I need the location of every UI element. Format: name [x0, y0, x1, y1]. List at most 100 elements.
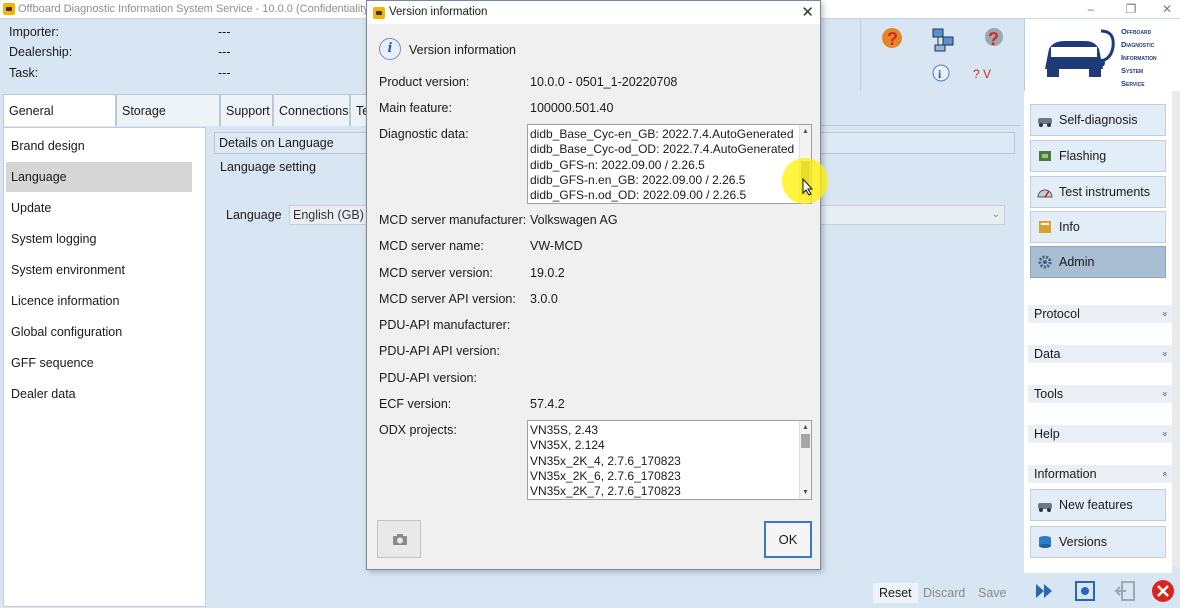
admin-button[interactable]: Admin [1030, 246, 1166, 278]
logo-text: Offboard Diagnostic Information System S… [1121, 25, 1157, 90]
ok-button[interactable]: OK [764, 521, 812, 558]
versions-label: Versions [1059, 535, 1107, 549]
section-data-label: Data [1034, 347, 1061, 361]
forward-icon[interactable] [1032, 578, 1058, 604]
list-item: didb_GFS-n.en_GB: 2022.09.00 / 2.26.5 [530, 173, 746, 187]
diagnostic-data-label: Diagnostic data: [379, 127, 469, 141]
minimize-button[interactable]: – [1078, 1, 1104, 17]
versions-button[interactable]: Versions [1030, 526, 1166, 558]
logo-line: Service [1121, 79, 1145, 88]
flash-chip-icon [1039, 151, 1051, 161]
nav-language[interactable]: Language [6, 162, 192, 192]
scroll-up-icon[interactable]: ▲ [800, 422, 811, 433]
odis-logo: Offboard Diagnostic Information System S… [1024, 19, 1180, 91]
list-item: VN35X, 2.124 [530, 438, 605, 452]
language-label: Language [226, 208, 282, 222]
language-select-value: English (GB) [293, 208, 364, 222]
toolbar-panel: ? ? i ? V [860, 19, 1020, 91]
nav-gff-sequence[interactable]: GFF sequence [6, 348, 192, 378]
info-label: Info [1059, 220, 1080, 234]
flashing-button[interactable]: Flashing [1030, 140, 1166, 172]
section-help[interactable]: Help » [1028, 425, 1172, 443]
chevron-down-icon: ⌄ [991, 209, 1000, 220]
language-setting-label: Language setting [220, 160, 316, 174]
mouse-pointer-icon [802, 178, 814, 196]
admin-label: Admin [1059, 255, 1095, 269]
list-item: VN35x_2K_7, 2.7.6_170823 [530, 484, 681, 498]
info-icon[interactable]: i [931, 63, 951, 83]
scroll-up-icon[interactable]: ▲ [800, 126, 811, 137]
svg-text:?: ? [887, 29, 898, 49]
info-icon: i [379, 38, 401, 60]
nav-system-environment[interactable]: System environment [6, 255, 192, 285]
task-value: --- [218, 66, 231, 80]
scrollbar-thumb[interactable] [801, 434, 810, 448]
nav-system-logging[interactable]: System logging [6, 224, 192, 254]
scroll-down-icon[interactable]: ▼ [800, 487, 811, 498]
self-diagnosis-button[interactable]: Self-diagnosis [1030, 104, 1166, 136]
dialog-title: Version information [389, 6, 488, 18]
tab-storage-locations[interactable]: Storage locations [116, 94, 220, 150]
test-instruments-button[interactable]: Test instruments [1030, 176, 1166, 208]
app-icon [373, 7, 385, 19]
tab-connections[interactable]: Connections [273, 94, 350, 126]
nav-brand-design[interactable]: Brand design [6, 131, 192, 161]
car-icon [1038, 503, 1052, 512]
list-item: VN35x_2K_6, 2.7.6_170823 [530, 469, 681, 483]
right-panel: Self-diagnosis Flashing Test instruments… [1024, 91, 1172, 608]
mcd-name-value: VW-MCD [530, 239, 583, 253]
discard-button[interactable]: Discard [917, 583, 971, 603]
help-red-icon[interactable]: ? [879, 25, 909, 55]
network-icon[interactable] [929, 25, 959, 55]
flashing-label: Flashing [1059, 149, 1107, 163]
screenshot-icon[interactable] [1072, 578, 1098, 604]
task-label: Task: [9, 66, 39, 80]
dialog-heading: Version information [409, 43, 517, 57]
list-item: didb_Base_Cyc-en_GB: 2022.7.4.AutoGenera… [530, 127, 794, 141]
importer-value: --- [218, 25, 231, 39]
ecf-version-value: 57.4.2 [530, 397, 565, 411]
product-version-value: 10.0.0 - 0501_1-20220708 [530, 75, 678, 89]
list-item: VN35S, 2.43 [530, 423, 599, 437]
tab-general-information[interactable]: General information [3, 94, 116, 150]
logo-line: System [1121, 66, 1144, 75]
voltage-indicator: ? V [973, 67, 992, 81]
mcd-manufacturer-label: MCD server manufacturer: [379, 213, 527, 227]
screenshot-button[interactable] [377, 520, 421, 558]
close-icon[interactable]: ✕ [801, 3, 814, 21]
close-window-button[interactable]: ✕ [1154, 1, 1180, 17]
test-instruments-label: Test instruments [1059, 185, 1151, 199]
odx-projects-list[interactable]: VN35S, 2.43 VN35X, 2.124 VN35x_2K_4, 2.7… [527, 420, 812, 500]
nav-licence-information[interactable]: Licence information [6, 286, 192, 316]
nav-update[interactable]: Update [6, 193, 192, 223]
pdu-version-label: PDU-API version: [379, 371, 477, 385]
mcd-api-value: 3.0.0 [530, 292, 558, 306]
info-button[interactable]: Info [1030, 211, 1166, 243]
diagnostic-data-list[interactable]: didb_Base_Cyc-en_GB: 2022.7.4.AutoGenera… [527, 124, 812, 204]
tab-support[interactable]: Support [220, 94, 273, 126]
gear-icon [1038, 255, 1052, 269]
save-button[interactable]: Save [972, 583, 1013, 603]
section-protocol[interactable]: Protocol » [1028, 305, 1172, 323]
section-tools[interactable]: Tools » [1028, 385, 1172, 403]
reset-button[interactable]: Reset [873, 583, 918, 603]
section-information[interactable]: Information « [1028, 465, 1172, 483]
help-context-icon[interactable]: ? [979, 25, 1009, 55]
odx-projects-scrollbar[interactable]: ▲ ▼ [799, 421, 811, 499]
logout-icon[interactable] [1112, 578, 1138, 604]
settings-nav: Brand design Language Update System logg… [3, 127, 206, 607]
right-panel-scrollbar[interactable] [1172, 91, 1180, 567]
maximize-button[interactable]: ❐ [1118, 1, 1144, 17]
nav-global-configuration[interactable]: Global configuration [6, 317, 192, 347]
app-icon [3, 3, 15, 15]
bottom-icon-bar [1024, 573, 1180, 608]
exit-icon[interactable] [1150, 578, 1176, 604]
camera-icon [393, 534, 407, 545]
mcd-manufacturer-value: Volkswagen AG [530, 213, 618, 227]
section-data[interactable]: Data » [1028, 345, 1172, 363]
book-icon [1039, 221, 1051, 233]
nav-dealer-data[interactable]: Dealer data [6, 379, 192, 409]
section-tools-label: Tools [1034, 387, 1064, 401]
new-features-button[interactable]: New features [1030, 489, 1166, 521]
section-help-label: Help [1034, 427, 1060, 441]
